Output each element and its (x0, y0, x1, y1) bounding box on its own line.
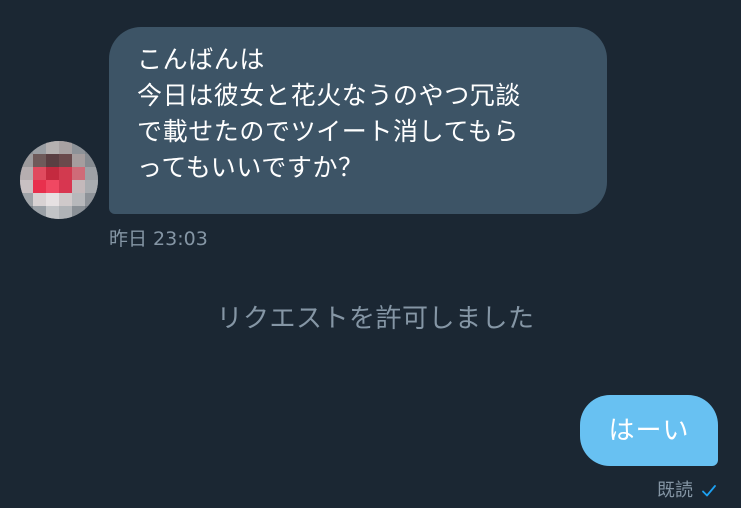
avatar[interactable] (20, 141, 98, 219)
read-receipt: 既読 (657, 479, 717, 503)
message-timestamp: 昨日 23:03 (109, 228, 208, 250)
check-icon (702, 485, 716, 497)
dm-conversation: こんばんは 今日は彼女と花火なうのやつ冗談 で載せたのでツイート消してもら って… (0, 0, 741, 508)
read-status-label: 既読 (657, 480, 693, 501)
outgoing-message-bubble[interactable]: はーい (580, 395, 718, 466)
request-accepted-notice: リクエストを許可しました (216, 304, 535, 334)
incoming-message-line: ってもいいですか？ (137, 153, 364, 182)
outgoing-message-text: はーい (608, 415, 690, 446)
incoming-message-line: 今日は彼女と花火なうのやつ冗談 (137, 81, 522, 110)
incoming-message-line: こんばんは (137, 45, 266, 74)
incoming-message-line: で載せたのでツイート消してもら (137, 117, 520, 146)
incoming-message-bubble[interactable]: こんばんは 今日は彼女と花火なうのやつ冗談 で載せたのでツイート消してもら って… (109, 27, 607, 214)
